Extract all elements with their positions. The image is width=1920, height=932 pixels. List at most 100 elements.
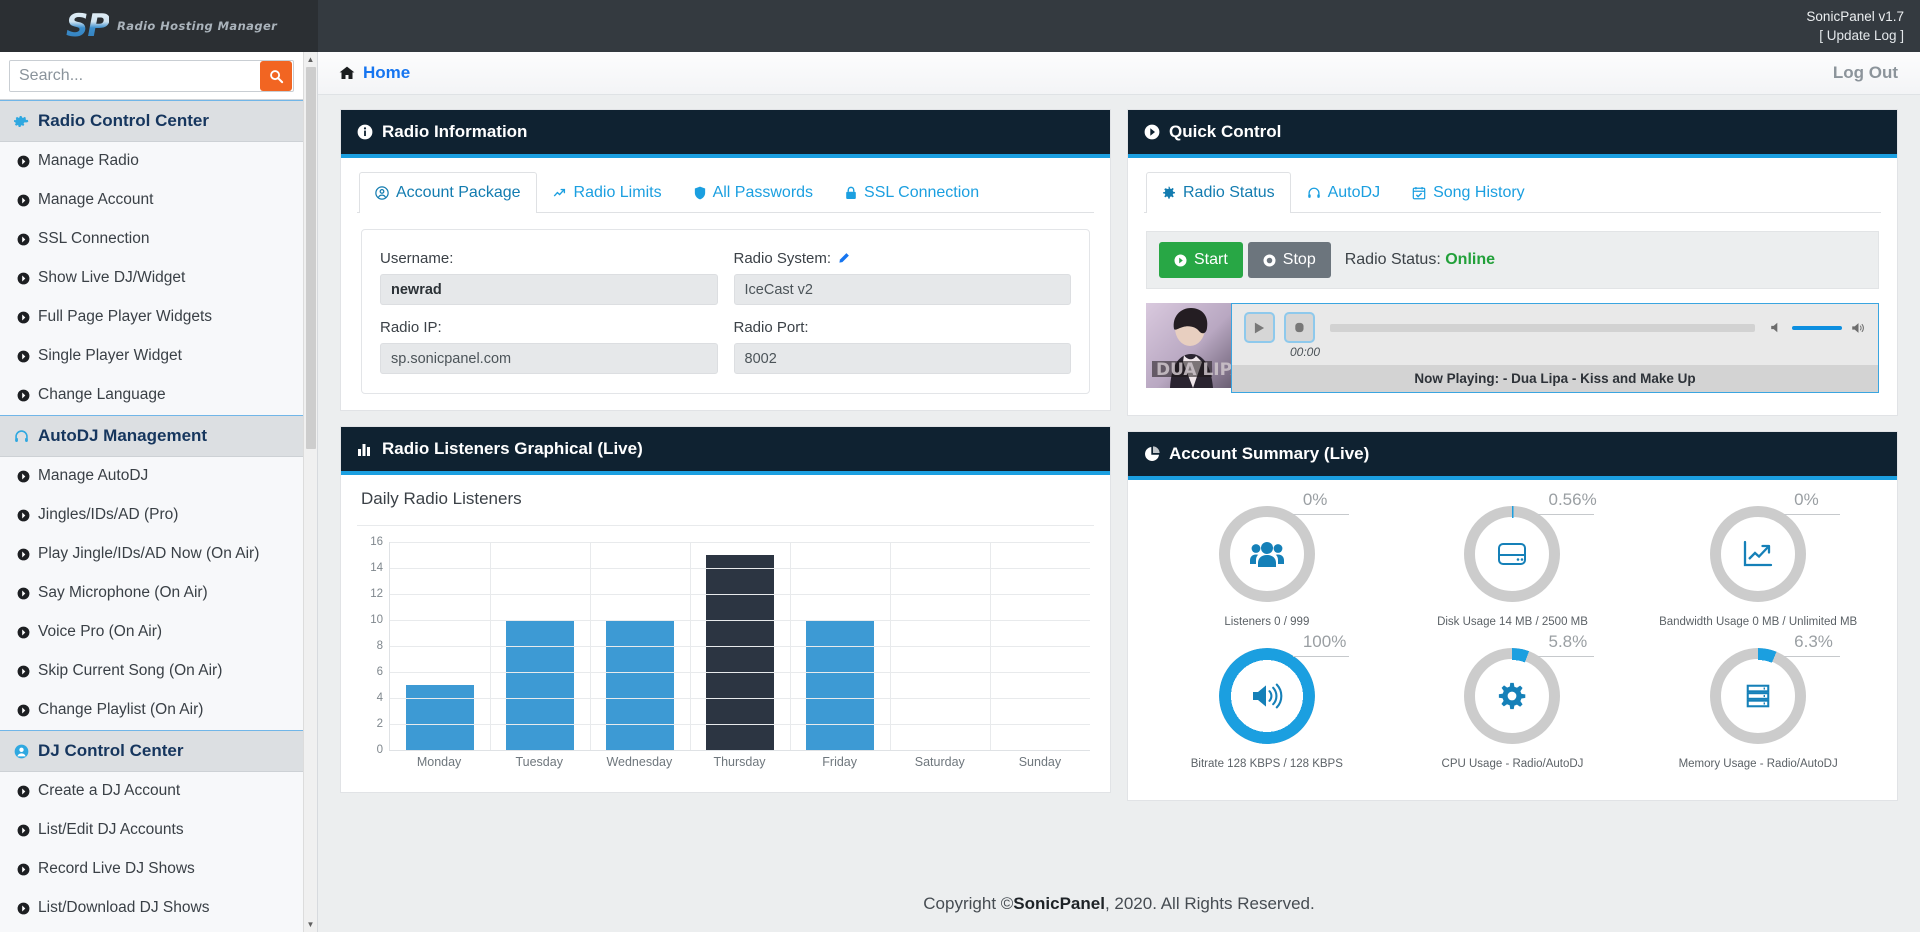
- sidebar-search: [0, 52, 303, 100]
- update-log-link[interactable]: [ Update Log ]: [1819, 26, 1904, 45]
- user-circle-icon: [375, 186, 389, 200]
- radio-system-input[interactable]: [734, 274, 1072, 305]
- stop-button[interactable]: Stop: [1248, 242, 1331, 278]
- sidebar-scroll-region: Radio Control Center Manage Radio Manage…: [0, 52, 303, 932]
- radio-port-input[interactable]: [734, 343, 1072, 374]
- sidebar-item-label: Manage Radio: [38, 152, 139, 170]
- radio-information-body: Account Package Radio Limits: [341, 158, 1110, 410]
- sidebar-item-show-live-dj-widget[interactable]: Show Live DJ/Widget: [0, 259, 303, 298]
- tab-song-history[interactable]: Song History: [1396, 172, 1541, 213]
- sidebar-item-change-language[interactable]: Change Language: [0, 376, 303, 415]
- sidebar-item-play-jingle-now[interactable]: Play Jingle/IDs/AD Now (On Air): [0, 535, 303, 574]
- sidebar-item-change-playlist[interactable]: Change Playlist (On Air): [0, 691, 303, 730]
- scroll-down-arrow-icon[interactable]: ▼: [304, 917, 317, 932]
- brand-logo[interactable]: SP Radio Hosting Manager: [0, 0, 318, 52]
- sidebar-item-single-player-widget[interactable]: Single Player Widget: [0, 337, 303, 376]
- pencil-icon[interactable]: [837, 252, 850, 265]
- chart-gridline: [390, 594, 1090, 595]
- sidebar-item-manage-account[interactable]: Manage Account: [0, 181, 303, 220]
- scrollbar-thumb[interactable]: [306, 67, 316, 449]
- radio-listeners-body: Daily Radio Listeners 0246810121416 Mond…: [341, 475, 1110, 792]
- sidebar-item-list-edit-dj-accounts[interactable]: List/Edit DJ Accounts: [0, 811, 303, 850]
- headphones-icon: [1307, 186, 1321, 200]
- tab-ssl-connection[interactable]: SSL Connection: [829, 172, 995, 213]
- sidebar-scrollbar[interactable]: ▲ ▼: [303, 52, 317, 932]
- volume-up-icon[interactable]: [1851, 321, 1866, 335]
- account-summary-gauge: 0%Bandwidth Usage 0 MB / Unlimited MB: [1635, 494, 1881, 636]
- gear-icon: [14, 114, 29, 129]
- play-circle-icon: [1144, 124, 1160, 140]
- sidebar-item-say-microphone[interactable]: Say Microphone (On Air): [0, 574, 303, 613]
- tab-autodj[interactable]: AutoDJ: [1291, 172, 1396, 213]
- chart-gridline: [490, 542, 491, 750]
- chart-gridline: [890, 542, 891, 750]
- player-play-button[interactable]: [1244, 312, 1275, 343]
- sidebar-section-radio-control-center[interactable]: Radio Control Center: [0, 100, 303, 142]
- radio-information-header: Radio Information: [341, 110, 1110, 158]
- chart-bar[interactable]: [706, 555, 774, 750]
- chart-gridline: [390, 620, 1090, 621]
- username-input[interactable]: [380, 274, 718, 305]
- volume-mute-icon[interactable]: [1770, 321, 1783, 334]
- tab-label: Radio Status: [1183, 184, 1275, 202]
- gear-icon: [1162, 186, 1176, 200]
- chevron-right-circle-icon: [17, 704, 30, 717]
- sidebar-item-list-download-dj-shows[interactable]: List/Download DJ Shows: [0, 889, 303, 928]
- stop-button-label: Stop: [1283, 251, 1316, 269]
- player-volume-slider[interactable]: [1792, 326, 1842, 330]
- sidebar-item-record-live-dj-shows[interactable]: Record Live DJ Shows: [0, 850, 303, 889]
- chart-gridline: [390, 672, 1090, 673]
- start-button[interactable]: Start: [1159, 242, 1243, 278]
- radio-system-label-text: Radio System:: [734, 250, 832, 267]
- sidebar-item-label: List/Download DJ Shows: [38, 899, 209, 917]
- sidebar-item-create-dj-account[interactable]: Create a DJ Account: [0, 772, 303, 811]
- chart-plot-area: [389, 542, 1090, 750]
- chart-bar[interactable]: [406, 685, 474, 750]
- hard-drive-icon: [1464, 506, 1560, 602]
- tab-radio-limits[interactable]: Radio Limits: [537, 172, 678, 213]
- scroll-up-arrow-icon[interactable]: ▲: [304, 52, 317, 67]
- logout-link[interactable]: Log Out: [1833, 63, 1898, 83]
- chart-bar[interactable]: [806, 620, 874, 750]
- account-summary-panel: Account Summary (Live) 0%Listeners 0 / 9…: [1127, 431, 1898, 801]
- sidebar-item-voice-pro[interactable]: Voice Pro (On Air): [0, 613, 303, 652]
- chart-line-icon: [553, 186, 567, 200]
- breadcrumb[interactable]: Home: [339, 63, 410, 83]
- main-area: Home Log Out: [318, 52, 1920, 932]
- sidebar-item-skip-current-song[interactable]: Skip Current Song (On Air): [0, 652, 303, 691]
- radio-port-label: Radio Port:: [734, 315, 1072, 343]
- sidebar-item-jingles-ids-ad[interactable]: Jingles/IDs/AD (Pro): [0, 496, 303, 535]
- sidebar-section-autodj-management[interactable]: AutoDJ Management: [0, 415, 303, 457]
- gauge-percent-label: 0%: [1794, 490, 1819, 510]
- player-seek-bar[interactable]: [1330, 324, 1755, 332]
- tab-all-passwords[interactable]: All Passwords: [678, 172, 829, 213]
- sidebar-item-manage-radio[interactable]: Manage Radio: [0, 142, 303, 181]
- tab-radio-status[interactable]: Radio Status: [1146, 172, 1291, 213]
- sidebar-item-full-page-player-widgets[interactable]: Full Page Player Widgets: [0, 298, 303, 337]
- username-field-group: Username:: [380, 246, 718, 305]
- chart-x-tick: Saturday: [890, 751, 990, 772]
- chart-bar[interactable]: [506, 620, 574, 750]
- chevron-right-circle-icon: [17, 272, 30, 285]
- sidebar-item-ssl-connection[interactable]: SSL Connection: [0, 220, 303, 259]
- search-button[interactable]: [260, 61, 292, 91]
- start-button-label: Start: [1194, 251, 1228, 269]
- radio-ip-input[interactable]: [380, 343, 718, 374]
- chevron-right-circle-icon: [17, 824, 30, 837]
- sidebar-item-manage-autodj[interactable]: Manage AutoDJ: [0, 457, 303, 496]
- account-summary-gauge: 0.56%Disk Usage 14 MB / 2500 MB: [1390, 494, 1636, 636]
- quick-control-header: Quick Control: [1128, 110, 1897, 158]
- search-input[interactable]: [10, 61, 259, 91]
- gauge-ring: 0.56%: [1464, 506, 1560, 602]
- chart-bar[interactable]: [606, 620, 674, 750]
- tab-account-package[interactable]: Account Package: [359, 172, 537, 213]
- chart-x-tick: Wednesday: [589, 751, 689, 772]
- player-stop-button[interactable]: [1284, 312, 1315, 343]
- chart-y-tick: 2: [377, 718, 383, 730]
- gauge-percent-label: 5.8%: [1548, 632, 1587, 652]
- gauge-caption: CPU Usage - Radio/AutoDJ: [1442, 758, 1584, 770]
- tab-label: Radio Limits: [574, 184, 662, 202]
- sidebar-section-dj-control-center[interactable]: DJ Control Center: [0, 730, 303, 772]
- dashboard-content: Radio Information: [318, 95, 1920, 876]
- gauge-ring: 6.3%: [1710, 648, 1806, 744]
